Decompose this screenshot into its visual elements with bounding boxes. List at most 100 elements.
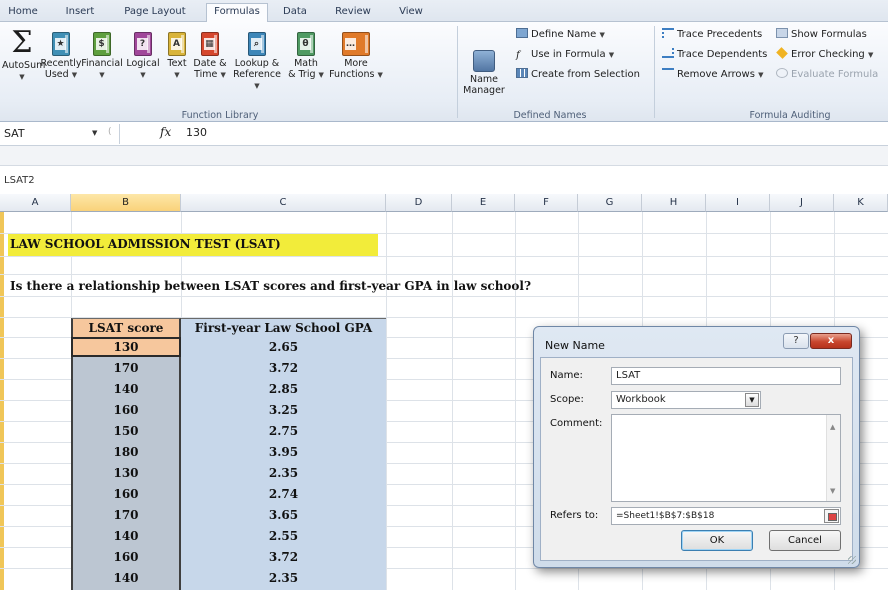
column-header-i[interactable]: I [706, 194, 770, 212]
chevron-down-icon[interactable]: ▼ [745, 393, 759, 407]
column-header-h[interactable]: H [642, 194, 706, 212]
column-header-c[interactable]: C [181, 194, 386, 212]
text-button[interactable]: A Text ▼ [162, 32, 192, 81]
lsat-score-cell[interactable]: 130 [73, 463, 179, 484]
column-header-d[interactable]: D [386, 194, 452, 212]
lsat-score-cell[interactable]: 160 [73, 547, 179, 568]
comment-scrollbar[interactable]: ▲ ▼ [826, 415, 840, 501]
workbook-area-divider [0, 146, 888, 166]
refers-to-value: =Sheet1!$B$7:$B$18 [616, 511, 715, 521]
tab-data[interactable]: Data [276, 4, 314, 22]
create-from-selection-button[interactable]: Create from Selection [516, 68, 640, 81]
close-icon: x [827, 335, 835, 346]
gpa-cell[interactable]: 2.65 [181, 337, 386, 358]
chevron-down-icon: ▼ [608, 51, 615, 59]
gpa-cell[interactable]: 2.75 [181, 421, 386, 442]
resize-grip-icon[interactable] [848, 556, 856, 564]
tab-view[interactable]: View [392, 4, 430, 22]
column-header-j[interactable]: J [770, 194, 834, 212]
lsat-score-cell[interactable]: 170 [73, 358, 179, 379]
gpa-cell[interactable]: 3.72 [181, 547, 386, 568]
tab-review[interactable]: Review [326, 4, 380, 22]
autosum-button[interactable]: Σ AutoSum ▼ [2, 28, 45, 83]
gpa-cell[interactable]: 3.95 [181, 442, 386, 463]
lookup-reference-icon: ⌕ [248, 32, 266, 56]
gpa-cell[interactable]: 2.85 [181, 379, 386, 400]
column-header-g[interactable]: G [578, 194, 642, 212]
dialog-title: New Name [545, 339, 605, 352]
scroll-down-icon[interactable]: ▼ [830, 487, 835, 495]
trace-precedents-button[interactable]: Trace Precedents [662, 28, 762, 41]
error-checking-button[interactable]: Error Checking ▼ [776, 47, 873, 62]
new-name-dialog: New Name ? x Name: LSAT Scope: Workbook … [533, 326, 860, 568]
date-time-label: Date & [193, 58, 227, 69]
lookup-reference-label-2: Reference [233, 69, 281, 80]
trace-dependents-icon [662, 48, 674, 58]
scope-label: Scope: [550, 394, 584, 405]
formula-input[interactable]: 130 [186, 126, 207, 139]
math-trig-label-2: & Trig [288, 69, 316, 80]
evaluate-formula-button[interactable]: Evaluate Formula [776, 68, 878, 81]
remove-arrows-button[interactable]: Remove Arrows ▼ [662, 68, 764, 82]
lsat-score-cell[interactable]: 150 [73, 421, 179, 442]
tab-insert[interactable]: Insert [58, 4, 102, 22]
gpa-cell[interactable]: 3.65 [181, 505, 386, 526]
math-trig-button[interactable]: θ Math & Trig ▼ [284, 32, 328, 81]
date-time-button[interactable]: ▦ Date & Time ▼ [190, 32, 230, 81]
lsat-score-cell[interactable]: 130 [73, 337, 179, 358]
name-box[interactable]: SAT ▼ ( [0, 124, 120, 144]
column-header-f[interactable]: F [515, 194, 578, 212]
logical-button[interactable]: ? Logical ▼ [124, 32, 162, 81]
ok-button[interactable]: OK [681, 530, 753, 551]
gpa-cell[interactable]: 2.35 [181, 463, 386, 484]
define-name-button[interactable]: Define Name ▼ [516, 28, 605, 42]
lsat-score-cell[interactable]: 160 [73, 484, 179, 505]
help-button[interactable]: ? [783, 333, 809, 349]
lsat-score-cell[interactable]: 140 [73, 568, 179, 589]
recently-used-button[interactable]: ★ Recently Used ▼ [40, 32, 82, 81]
column-header-a[interactable]: A [0, 194, 71, 212]
show-formulas-button[interactable]: Show Formulas [776, 28, 867, 41]
trace-dependents-button[interactable]: Trace Dependents [662, 48, 767, 61]
define-name-icon [516, 28, 528, 38]
lsat-score-cell[interactable]: 170 [73, 505, 179, 526]
gridline [0, 296, 888, 297]
help-icon: ? [793, 335, 799, 346]
column-header-b[interactable]: B [71, 194, 181, 212]
tab-page-layout[interactable]: Page Layout [112, 4, 198, 22]
header-gpa[interactable]: First-year Law School GPA [181, 318, 386, 337]
gpa-cell[interactable]: 3.25 [181, 400, 386, 421]
fx-icon[interactable]: fx [160, 125, 171, 139]
lsat-score-cell[interactable]: 140 [73, 526, 179, 547]
column-header-k[interactable]: K [834, 194, 888, 212]
gpa-cell[interactable]: 2.55 [181, 526, 386, 547]
lsat-score-cell[interactable]: 140 [73, 379, 179, 400]
collapse-dialog-icon[interactable] [824, 509, 839, 523]
close-button[interactable]: x [810, 333, 852, 349]
scroll-up-icon[interactable]: ▲ [830, 423, 835, 431]
name-manager-button[interactable]: Name Manager [462, 50, 506, 96]
use-in-formula-button[interactable]: f Use in Formula ▼ [516, 48, 614, 62]
tab-home[interactable]: Home [4, 4, 42, 22]
chevron-down-icon: ▼ [92, 129, 98, 137]
name-field[interactable]: LSAT [611, 367, 841, 385]
formula-auditing-group-label: Formula Auditing [749, 110, 831, 121]
column-header-e[interactable]: E [452, 194, 515, 212]
tab-formulas[interactable]: Formulas [206, 3, 268, 23]
lsat-score-cell[interactable]: 180 [73, 442, 179, 463]
financial-button[interactable]: $ Financial ▼ [80, 32, 124, 81]
header-lsat-score[interactable]: LSAT score [71, 318, 181, 337]
comment-field[interactable]: ▲ ▼ [611, 414, 841, 502]
comment-label: Comment: [550, 418, 603, 429]
cancel-button[interactable]: Cancel [769, 530, 841, 551]
lsat-score-cell[interactable]: 160 [73, 400, 179, 421]
lookup-reference-button[interactable]: ⌕ Lookup & Reference ▼ [230, 32, 284, 92]
name-label: Name: [550, 370, 583, 381]
gpa-cell[interactable]: 2.35 [181, 568, 386, 589]
gpa-cell[interactable]: 3.72 [181, 358, 386, 379]
gridline [0, 256, 888, 257]
more-functions-button[interactable]: … More Functions ▼ [328, 32, 384, 81]
scope-select[interactable]: Workbook ▼ [611, 391, 761, 409]
gpa-cell[interactable]: 2.74 [181, 484, 386, 505]
refers-to-field[interactable]: =Sheet1!$B$7:$B$18 [611, 507, 841, 525]
